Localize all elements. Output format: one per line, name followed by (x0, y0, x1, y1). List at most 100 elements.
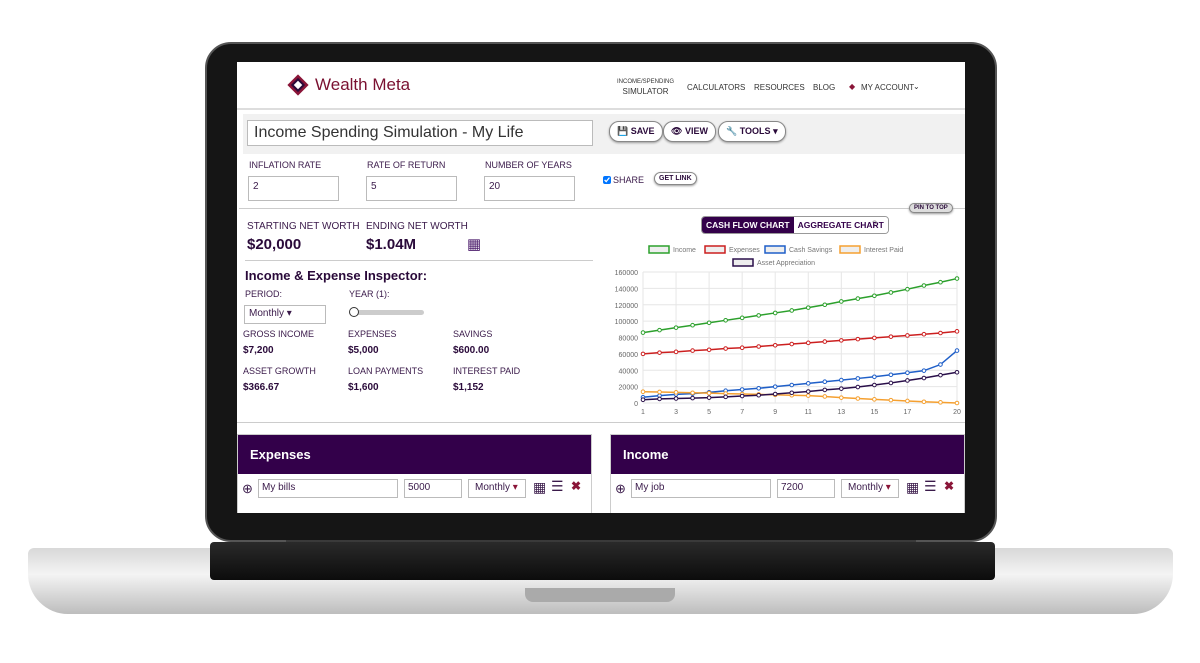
y-tick-label: 20000 (619, 385, 639, 392)
series-line (642, 330, 958, 355)
data-point (938, 372, 943, 378)
data-point (954, 276, 960, 281)
x-tick-label: 7 (740, 409, 744, 416)
ending-net-worth-label: ENDING NET WORTH (366, 221, 468, 232)
data-point (905, 398, 910, 404)
legend-swatch (732, 258, 754, 267)
income-panel: Income ⊕ My job 7200 Monthly ▾ ▦ ☰ ✖ (610, 434, 965, 513)
divider (237, 422, 965, 423)
legend-swatch (704, 245, 726, 254)
y-tick-label: 140000 (615, 286, 638, 293)
nav-simulator[interactable]: INCOME/SPENDING SIMULATOR (617, 78, 674, 96)
stat-label: LOAN PAYMENTS (348, 366, 424, 376)
data-point (938, 362, 943, 367)
data-point (839, 338, 844, 343)
inflation-label: INFLATION RATE (249, 160, 322, 170)
data-point (657, 350, 662, 355)
data-point (657, 389, 662, 395)
data-point (888, 334, 894, 339)
delete-icon[interactable]: ✖ (571, 479, 581, 493)
tools-button[interactable]: 🔧 TOOLS ▾ (718, 121, 786, 142)
stat-label: INTEREST PAID (453, 366, 521, 376)
data-point (723, 394, 728, 400)
year-slider[interactable] (351, 310, 424, 315)
data-point (855, 396, 861, 401)
data-point (805, 340, 811, 346)
data-point (822, 379, 828, 385)
year-slider-handle[interactable] (349, 307, 359, 317)
data-point (756, 344, 761, 349)
divider (239, 208, 965, 209)
save-button[interactable]: 💾 SAVE (609, 121, 663, 142)
years-input[interactable]: 20 (484, 176, 575, 201)
income-amount-input[interactable]: 7200 (777, 479, 835, 498)
year-label: YEAR (1): (349, 289, 390, 299)
download-icon[interactable]: ⊕ (242, 481, 253, 497)
data-point (690, 395, 695, 401)
data-point (905, 370, 910, 376)
pin-to-top-button[interactable]: PIN TO TOP (909, 203, 953, 213)
tab-cash-flow-chart[interactable]: CASH FLOW CHART (702, 217, 794, 233)
data-point (954, 329, 960, 334)
brand-name[interactable]: Wealth Meta (315, 75, 410, 95)
expenses-title: Expenses (238, 435, 591, 474)
data-point (888, 290, 894, 295)
legend-swatch (648, 245, 670, 254)
table-icon[interactable]: ▦ (906, 479, 919, 496)
data-point (855, 376, 861, 381)
help-icon[interactable]: ? (872, 219, 877, 229)
expense-amount-input[interactable]: 5000 (404, 479, 462, 498)
period-select[interactable]: Monthly ▾ (244, 305, 326, 324)
income-title: Income (611, 435, 964, 474)
nav-my-account[interactable]: MY ACCOUNT (861, 83, 914, 92)
data-point (921, 283, 927, 288)
download-icon[interactable]: ⊕ (615, 481, 626, 497)
expense-name-input[interactable]: My bills (258, 479, 398, 498)
expense-period-select[interactable]: Monthly ▾ (468, 479, 526, 498)
data-point (706, 320, 712, 326)
income-period-select[interactable]: Monthly ▾ (841, 479, 899, 498)
view-button[interactable]: 👁 VIEW (663, 121, 716, 142)
share-checkbox[interactable] (603, 176, 611, 184)
data-point (789, 390, 795, 396)
data-point (921, 399, 927, 405)
data-point (706, 395, 712, 400)
data-point (839, 386, 844, 391)
menu-icon[interactable]: ☰ (551, 478, 564, 495)
data-point (805, 381, 811, 386)
ending-net-worth: $1.04M (366, 236, 417, 253)
data-point (723, 346, 728, 351)
data-point (822, 394, 828, 399)
data-point (921, 368, 927, 373)
inspector-title: Income & Expense Inspector: (245, 268, 428, 283)
nav-blog[interactable]: BLOG (813, 83, 835, 92)
data-point (739, 387, 745, 392)
simulation-title-input[interactable]: Income Spending Simulation - My Life (247, 120, 593, 146)
legend-swatch (839, 245, 861, 254)
data-point (789, 341, 795, 347)
return-input[interactable]: 5 (366, 176, 457, 201)
y-tick-label: 160000 (615, 270, 638, 277)
data-point (789, 308, 795, 313)
table-icon[interactable]: ▦ (533, 479, 546, 496)
nav-simulator-bottom: SIMULATOR (622, 87, 669, 96)
x-tick-label: 3 (674, 409, 678, 416)
table-icon[interactable]: ▦ (467, 235, 481, 253)
income-name-input[interactable]: My job (631, 479, 771, 498)
laptop-keyboard (210, 542, 995, 580)
inflation-input[interactable]: 2 (248, 176, 339, 201)
data-point (954, 369, 960, 375)
data-point (805, 389, 811, 394)
y-tick-label: 40000 (619, 368, 639, 375)
laptop-notch (525, 588, 675, 602)
nav-resources[interactable]: RESOURCES (754, 83, 805, 92)
starting-net-worth-label: STARTING NET WORTH (247, 221, 360, 232)
stat-label: GROSS INCOME (243, 329, 315, 339)
menu-icon[interactable]: ☰ (924, 478, 937, 495)
x-tick-label: 9 (773, 409, 777, 416)
data-point (673, 396, 679, 401)
legend-label: Expenses (729, 247, 760, 254)
delete-icon[interactable]: ✖ (944, 479, 954, 493)
get-link-button[interactable]: GET LINK (654, 172, 697, 185)
nav-calculators[interactable]: CALCULATORS (687, 83, 745, 92)
